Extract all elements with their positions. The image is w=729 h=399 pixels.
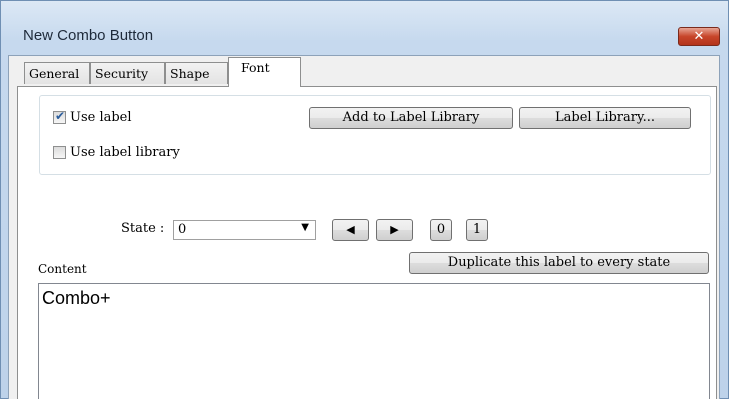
tab-font-label: Font bbox=[241, 60, 270, 75]
use-label-checkbox[interactable]: ✔ bbox=[53, 109, 66, 124]
left-arrow-icon: ◀ bbox=[346, 223, 355, 236]
tab-general[interactable]: General bbox=[24, 62, 90, 84]
state-select[interactable]: 0 ▼ bbox=[173, 220, 316, 240]
duplicate-label-text: Duplicate this label to every state bbox=[447, 255, 671, 270]
previous-state-button[interactable]: ◀ bbox=[332, 219, 369, 241]
use-label-label[interactable]: Use label bbox=[70, 110, 132, 125]
content-textarea[interactable]: Combo+ bbox=[38, 283, 710, 399]
state-1-button[interactable]: 1 bbox=[466, 219, 488, 241]
add-to-label-library-label: Add to Label Library bbox=[342, 110, 480, 125]
window-title: New Combo Button bbox=[23, 27, 154, 44]
state-select-value: 0 bbox=[178, 222, 187, 237]
state-0-label: 0 bbox=[436, 222, 446, 237]
label-library-button[interactable]: Label Library... bbox=[519, 107, 691, 129]
use-label-library-checkbox[interactable] bbox=[53, 146, 66, 159]
state-label: State : bbox=[121, 221, 165, 236]
duplicate-label-button[interactable]: Duplicate this label to every state bbox=[409, 252, 709, 274]
content-text: Combo+ bbox=[42, 288, 111, 308]
tab-shape-label: Shape bbox=[170, 66, 210, 81]
next-state-button[interactable]: ▶ bbox=[376, 219, 413, 241]
close-icon: ✕ bbox=[693, 29, 705, 44]
content-label: Content bbox=[38, 262, 87, 276]
tab-general-label: General bbox=[29, 66, 80, 81]
tab-security[interactable]: Security bbox=[90, 62, 165, 84]
tab-security-label: Security bbox=[95, 66, 149, 81]
tab-font[interactable]: Font bbox=[228, 57, 301, 87]
use-label-library-label[interactable]: Use label library bbox=[70, 145, 180, 160]
tab-shape[interactable]: Shape bbox=[165, 62, 228, 84]
checkmark-icon: ✔ bbox=[55, 109, 66, 123]
close-button[interactable]: ✕ bbox=[678, 27, 720, 46]
right-arrow-icon: ▶ bbox=[390, 223, 399, 236]
label-library-label: Label Library... bbox=[555, 110, 655, 125]
add-to-label-library-button[interactable]: Add to Label Library bbox=[309, 107, 513, 129]
state-1-label: 1 bbox=[472, 222, 482, 237]
state-0-button[interactable]: 0 bbox=[430, 219, 452, 241]
dropdown-arrow-icon: ▼ bbox=[301, 222, 309, 233]
